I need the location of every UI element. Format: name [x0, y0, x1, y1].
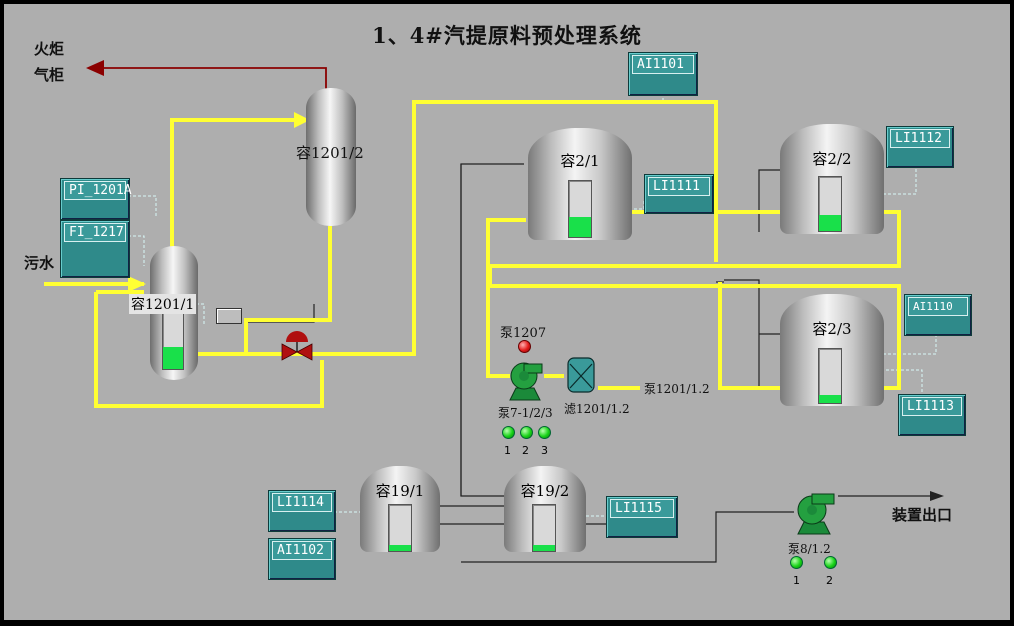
- level-fill-2-2: [819, 214, 841, 231]
- pump8-1-number: 1: [793, 574, 800, 587]
- vessel-1201-1-indicator: [216, 308, 242, 324]
- tag-li1113[interactable]: LI1113: [898, 394, 966, 436]
- pump1201-label: 泵1201/1.2: [644, 382, 710, 396]
- vent-line: [102, 67, 327, 94]
- device-outlet-label: 装置出口: [892, 506, 953, 524]
- tank-19-2[interactable]: 容19/2: [504, 466, 586, 552]
- tag-fi-1217[interactable]: FI_1217: [60, 220, 130, 278]
- arrow-yellow-sewage-icon: [128, 276, 146, 292]
- tag-li1113-label: LI1113: [902, 397, 962, 416]
- tag-ai1102[interactable]: AI1102: [268, 538, 336, 580]
- tank-19-2-name: 容19/2: [520, 482, 570, 500]
- pump8-2-status-led: [824, 556, 837, 569]
- filter-icon[interactable]: [566, 354, 596, 394]
- tag-ai1101-label: AI1101: [632, 55, 694, 74]
- pump7-3-status-led: [538, 426, 551, 439]
- level-fill-2-1: [569, 217, 591, 237]
- thin-pipe-2-2: [758, 169, 782, 232]
- tag-ai1101[interactable]: AI1101: [628, 52, 698, 96]
- pump7-2-status-led: [520, 426, 533, 439]
- tank-19-1-name: 容19/1: [375, 482, 425, 500]
- gas-holder-label: 气柜: [34, 66, 65, 84]
- tag-li1114[interactable]: LI1114: [268, 490, 336, 532]
- control-valve-icon[interactable]: [280, 330, 314, 366]
- tag-li1115[interactable]: LI1115: [606, 496, 678, 538]
- level-fill-2-3: [819, 394, 841, 403]
- tank-2-3-name: 容2/3: [812, 320, 852, 338]
- tank-19-1[interactable]: 容19/1: [360, 466, 440, 552]
- tag-pi-1201a-label: PI_1201A: [64, 181, 132, 200]
- tank-2-3[interactable]: 容2/3: [780, 294, 884, 406]
- page-title: 1、4#汽提原料预处理系统: [372, 23, 642, 48]
- tank-2-1-name: 容2/1: [560, 152, 600, 170]
- pump7-2-number: 2: [522, 444, 529, 457]
- tag-li1111-label: LI1111: [648, 177, 710, 196]
- pump7-1-status-led: [502, 426, 515, 439]
- tag-ai1110-label: AI1110: [908, 297, 968, 316]
- pump7-1-number: 1: [504, 444, 511, 457]
- pump8-1-status-led: [790, 556, 803, 569]
- tag-li1115-label: LI1115: [610, 499, 674, 518]
- pump1207-label: 泵1207: [500, 326, 547, 341]
- vessel-1201-2-name: 容1201/2: [296, 144, 364, 162]
- tank-2-2[interactable]: 容2/2: [780, 124, 884, 234]
- thin-pipe-19-link: [460, 164, 504, 497]
- process-canvas: 1、4#汽提原料预处理系统 火炬 气柜 污水 装置出口 容1201/2 容120…: [4, 4, 1010, 620]
- level-gauge-2-1: [568, 180, 592, 238]
- tag-ai1110[interactable]: AI1110: [904, 294, 972, 336]
- tag-fi-1217-label: FI_1217: [64, 223, 126, 242]
- pump8-label: 泵8/1.2: [788, 542, 831, 556]
- level-fill-1201-1: [163, 346, 183, 369]
- pump8-2-number: 2: [826, 574, 833, 587]
- tag-pi-1201a[interactable]: PI_1201A: [60, 178, 132, 220]
- tag-li1112[interactable]: LI1112: [886, 126, 954, 168]
- tank-2-2-name: 容2/2: [812, 150, 852, 168]
- arrow-left-icon: [86, 60, 104, 76]
- tank-2-1[interactable]: 容2/1: [528, 128, 632, 240]
- level-gauge-2-2: [818, 176, 842, 232]
- level-fill-19-1: [389, 545, 411, 551]
- level-fill-19-2: [533, 545, 555, 551]
- pump7-label: 泵7-1/2/3: [498, 406, 553, 420]
- vessel-1201-1-name: 容1201/1: [129, 294, 197, 314]
- pump-8-icon[interactable]: [790, 490, 842, 536]
- tag-li1111[interactable]: LI1111: [644, 174, 714, 214]
- level-gauge-19-1: [388, 504, 412, 552]
- level-gauge-2-3: [818, 348, 842, 404]
- arrow-right-icon: [930, 491, 944, 501]
- pump1207-status-led: [518, 340, 531, 353]
- sewage-label: 污水: [24, 254, 55, 272]
- tag-li1114-label: LI1114: [272, 493, 332, 512]
- flare-label: 火炬: [34, 40, 65, 58]
- tag-ai1102-label: AI1102: [272, 541, 332, 560]
- tag-li1112-label: LI1112: [890, 129, 950, 148]
- pump7-3-number: 3: [541, 444, 548, 457]
- level-gauge-1201-1: [162, 312, 184, 370]
- pump-icon[interactable]: [502, 356, 548, 402]
- filter-label: 滤1201/1.2: [564, 402, 630, 416]
- level-gauge-19-2: [532, 504, 556, 552]
